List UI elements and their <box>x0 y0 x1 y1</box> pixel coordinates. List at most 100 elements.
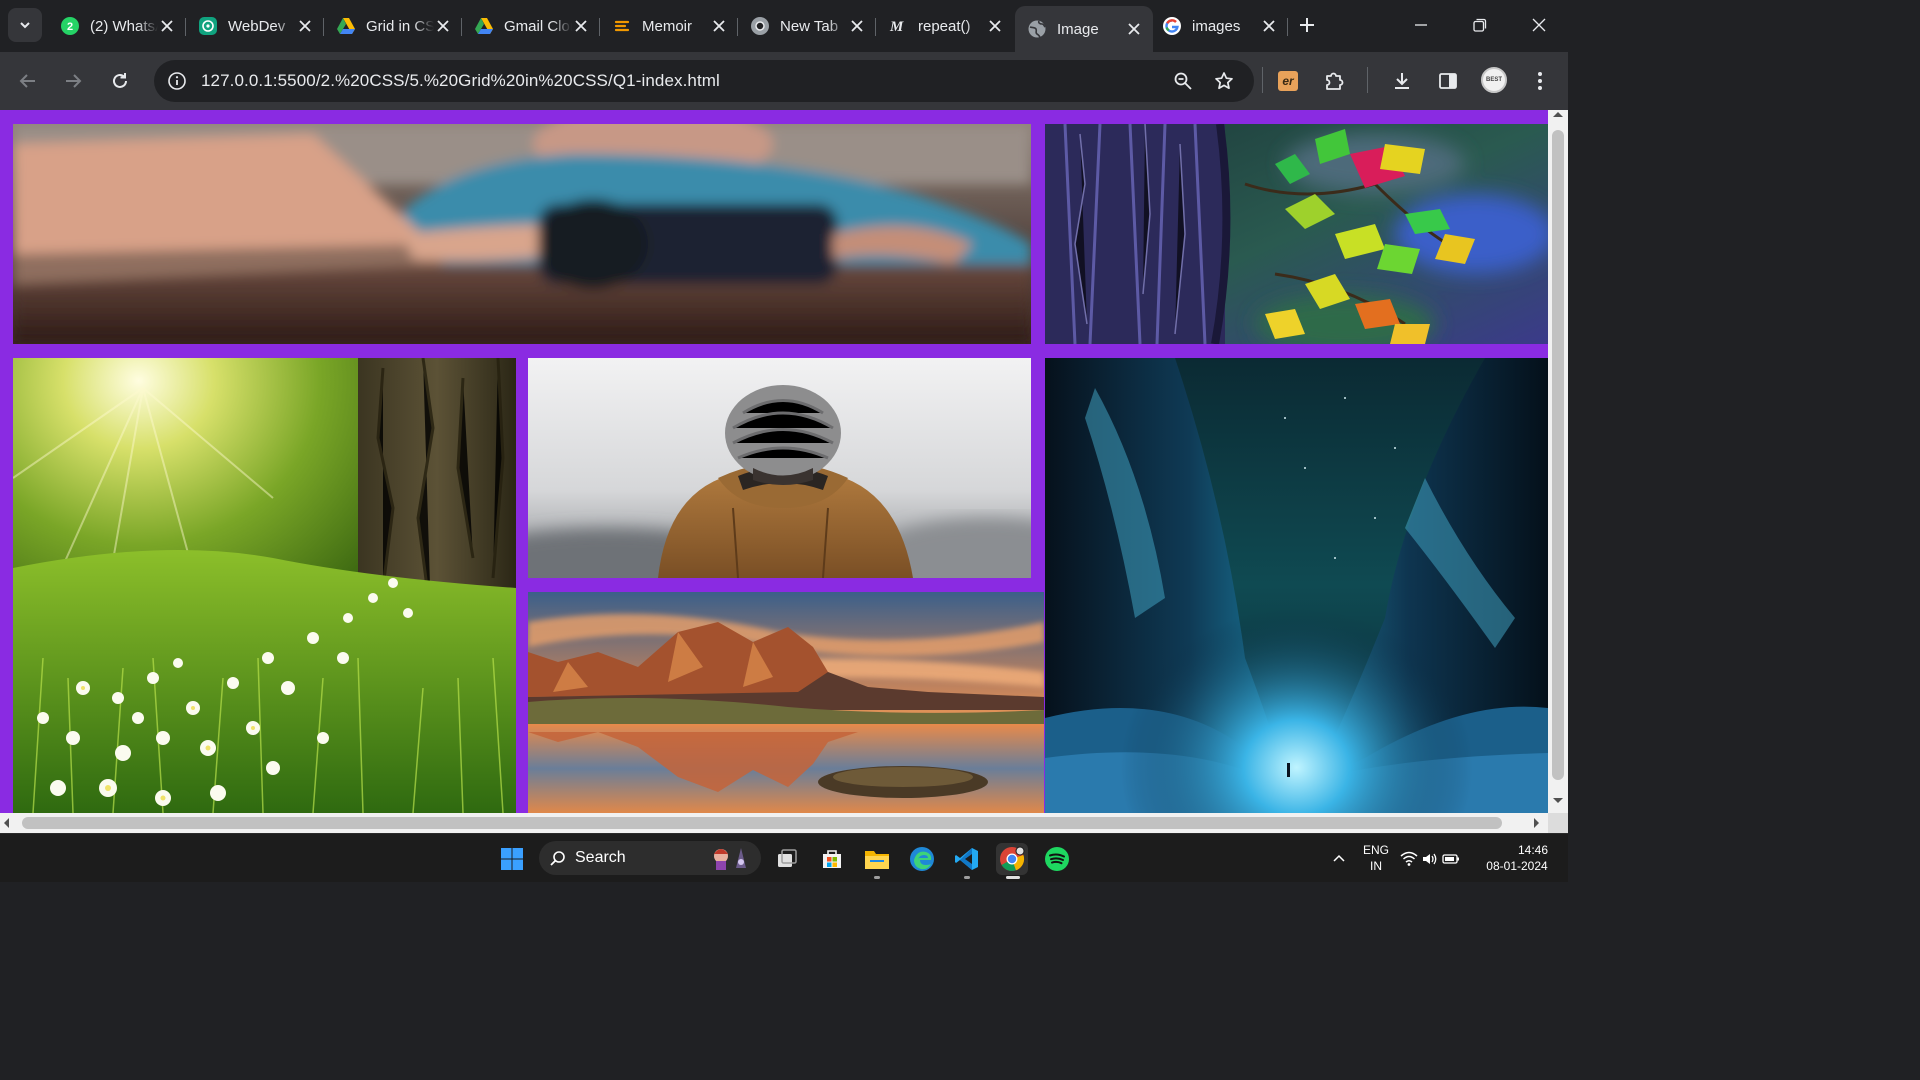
tab-image[interactable]: Image <box>1015 6 1153 52</box>
chevron-up-icon <box>1333 854 1345 862</box>
url-text[interactable]: 127.0.0.1:5500/2.%20CSS/5.%20Grid%20in%2… <box>201 71 720 91</box>
puzzle-icon <box>1326 72 1344 90</box>
microsoft-store-button[interactable] <box>816 843 848 875</box>
scroll-up-arrow-icon[interactable] <box>1553 112 1563 117</box>
clock-date: 08-01-2024 <box>1486 859 1548 873</box>
speaker-icon <box>1423 853 1437 865</box>
vscode-button[interactable] <box>951 843 983 875</box>
side-panel-button[interactable] <box>1431 64 1465 98</box>
vertical-scrollbar[interactable] <box>1548 110 1568 813</box>
tab-new-tab[interactable]: New Tab <box>738 8 876 44</box>
back-button[interactable] <box>11 64 45 98</box>
tab-title: Image <box>1057 20 1099 38</box>
close-icon[interactable] <box>1260 17 1278 35</box>
zoom-button[interactable] <box>1166 64 1200 98</box>
scroll-right-arrow-icon[interactable] <box>1534 818 1539 828</box>
tab-repeat[interactable]: M repeat() <box>876 8 1014 44</box>
tab-title: images <box>1192 17 1241 35</box>
taskbar-search[interactable]: Search <box>539 841 761 875</box>
beanie-person-photo <box>528 358 1031 578</box>
task-view-button[interactable] <box>771 843 803 875</box>
zoom-icon <box>1174 72 1192 90</box>
google-drive-icon <box>474 16 494 36</box>
new-tab-button[interactable] <box>1294 12 1320 38</box>
reload-button[interactable] <box>103 64 137 98</box>
horizontal-scroll-thumb[interactable] <box>22 817 1502 829</box>
google-icon <box>1162 16 1182 36</box>
profile-avatar[interactable]: BEST <box>1481 67 1507 93</box>
tab-webdev[interactable]: WebDev <box>186 8 324 44</box>
address-bar[interactable]: 127.0.0.1:5500/2.%20CSS/5.%20Grid%20in%2… <box>154 60 1254 102</box>
tab-title: WebDev <box>228 17 286 35</box>
glacier-cave-photo <box>1045 358 1548 813</box>
tab-memoir[interactable]: Memoir <box>600 8 738 44</box>
tab-whatsapp[interactable]: 2 (2) WhatsApp <box>48 8 186 44</box>
close-icon[interactable] <box>572 17 590 35</box>
windows-taskbar: Search ENG IN 14:46 08-01-2024 <box>0 833 1568 882</box>
star-icon <box>1215 72 1233 90</box>
close-icon[interactable] <box>710 17 728 35</box>
spotify-icon <box>1045 847 1069 871</box>
system-tray-status[interactable] <box>1400 843 1460 875</box>
horizontal-scrollbar[interactable] <box>0 813 1548 833</box>
search-icon <box>550 851 565 866</box>
tab-grid-in-css[interactable]: Grid in CSS <box>324 8 462 44</box>
bookmark-button[interactable] <box>1207 64 1241 98</box>
region-label: IN <box>1370 859 1382 873</box>
scroll-down-arrow-icon[interactable] <box>1553 798 1563 803</box>
tab-separator <box>1287 18 1288 36</box>
tab-images[interactable]: images <box>1150 8 1288 44</box>
extension-er-icon[interactable]: er <box>1278 71 1298 91</box>
site-info-button[interactable] <box>162 66 192 96</box>
spotify-button[interactable] <box>1041 843 1073 875</box>
close-icon[interactable] <box>986 17 1004 35</box>
close-icon[interactable] <box>848 17 866 35</box>
tree-leaves-photo <box>1045 124 1548 344</box>
page-viewport <box>0 110 1548 813</box>
scrollbar-corner <box>1548 813 1568 833</box>
clock[interactable]: 14:46 08-01-2024 <box>1478 842 1556 874</box>
start-button[interactable] <box>496 843 528 875</box>
close-icon[interactable] <box>1125 20 1143 38</box>
info-icon <box>168 72 186 90</box>
search-highlight-icon <box>714 848 746 870</box>
windows-logo-icon <box>501 848 523 870</box>
store-icon <box>823 850 841 868</box>
close-icon <box>1532 18 1546 32</box>
arrow-right-icon <box>66 74 82 88</box>
show-hidden-icons-button[interactable] <box>1326 843 1352 875</box>
mdn-icon: M <box>888 16 908 36</box>
whatsapp-badge: 2 <box>67 21 73 33</box>
forward-button[interactable] <box>56 64 90 98</box>
arrow-left-icon <box>19 74 35 88</box>
file-explorer-button[interactable] <box>861 843 893 875</box>
minimize-button[interactable] <box>1406 10 1436 40</box>
vertical-scroll-thumb[interactable] <box>1552 130 1564 780</box>
plus-icon <box>1300 18 1314 32</box>
tab-gmail-clone[interactable]: Gmail Clone <box>462 8 600 44</box>
close-icon[interactable] <box>296 17 314 35</box>
vscode-icon <box>955 848 978 870</box>
menu-button[interactable] <box>1523 64 1557 98</box>
edge-button[interactable] <box>906 843 938 875</box>
downloads-button[interactable] <box>1385 64 1419 98</box>
close-window-button[interactable] <box>1524 10 1554 40</box>
restore-icon <box>1473 18 1487 32</box>
battery-icon <box>1442 854 1459 864</box>
language-indicator[interactable]: ENG IN <box>1358 842 1394 874</box>
svg-text:M: M <box>889 19 904 35</box>
browser-toolbar: 127.0.0.1:5500/2.%20CSS/5.%20Grid%20in%2… <box>0 52 1568 110</box>
scroll-left-arrow-icon[interactable] <box>4 818 9 828</box>
mountain-lake-photo <box>528 592 1044 813</box>
whatsapp-icon: 2 <box>60 16 80 36</box>
extensions-button[interactable] <box>1317 64 1351 98</box>
restore-button[interactable] <box>1465 10 1495 40</box>
chrome-taskbar-button[interactable] <box>996 843 1028 875</box>
tab-title: Memoir <box>642 17 693 35</box>
active-indicator <box>1006 876 1020 879</box>
running-indicator <box>874 876 880 879</box>
close-icon[interactable] <box>434 17 452 35</box>
tab-search-button[interactable] <box>8 8 42 42</box>
close-icon[interactable] <box>158 17 176 35</box>
download-icon <box>1395 73 1409 89</box>
